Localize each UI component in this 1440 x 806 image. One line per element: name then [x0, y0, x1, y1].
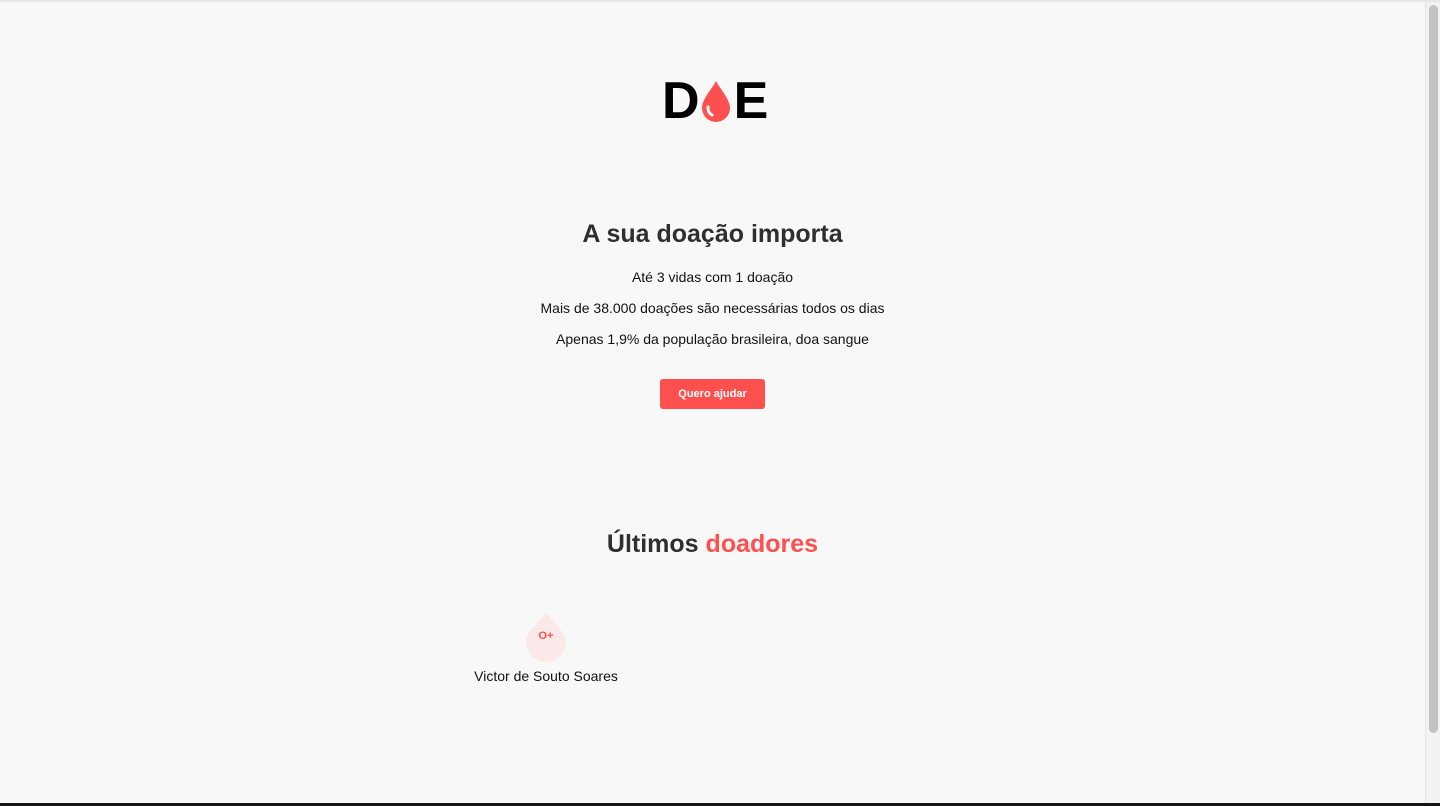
- scrollbar-thumb[interactable]: [1429, 5, 1438, 733]
- help-button[interactable]: Quero ajudar: [660, 379, 765, 409]
- blood-drop-icon: [701, 81, 730, 122]
- donor-name: Victor de Souto Soares: [474, 668, 618, 684]
- logo-letter-e: E: [733, 72, 769, 130]
- logo-letter-d: D: [662, 72, 700, 130]
- site-logo: D E: [662, 72, 769, 130]
- donors-title-accent: doadores: [705, 530, 819, 558]
- donor-blood-type: O+: [538, 630, 554, 642]
- vertical-scrollbar[interactable]: [1425, 2, 1440, 803]
- hero-fact-3: Apenas 1,9% da população brasileira, doa…: [556, 331, 869, 347]
- hero-fact-2: Mais de 38.000 doações são necessárias t…: [540, 300, 885, 316]
- hero-fact-1: Até 3 vidas com 1 doação: [631, 269, 794, 285]
- page-viewport: D E A sua doação importa Até 3 vidas com…: [0, 0, 1440, 803]
- donors-title: Últimos doadores: [0, 530, 1425, 559]
- donors-title-plain: Últimos: [606, 530, 699, 558]
- donor-card: O+ Victor de Souto Soares: [466, 608, 626, 692]
- hero-title: A sua doação importa: [582, 220, 843, 248]
